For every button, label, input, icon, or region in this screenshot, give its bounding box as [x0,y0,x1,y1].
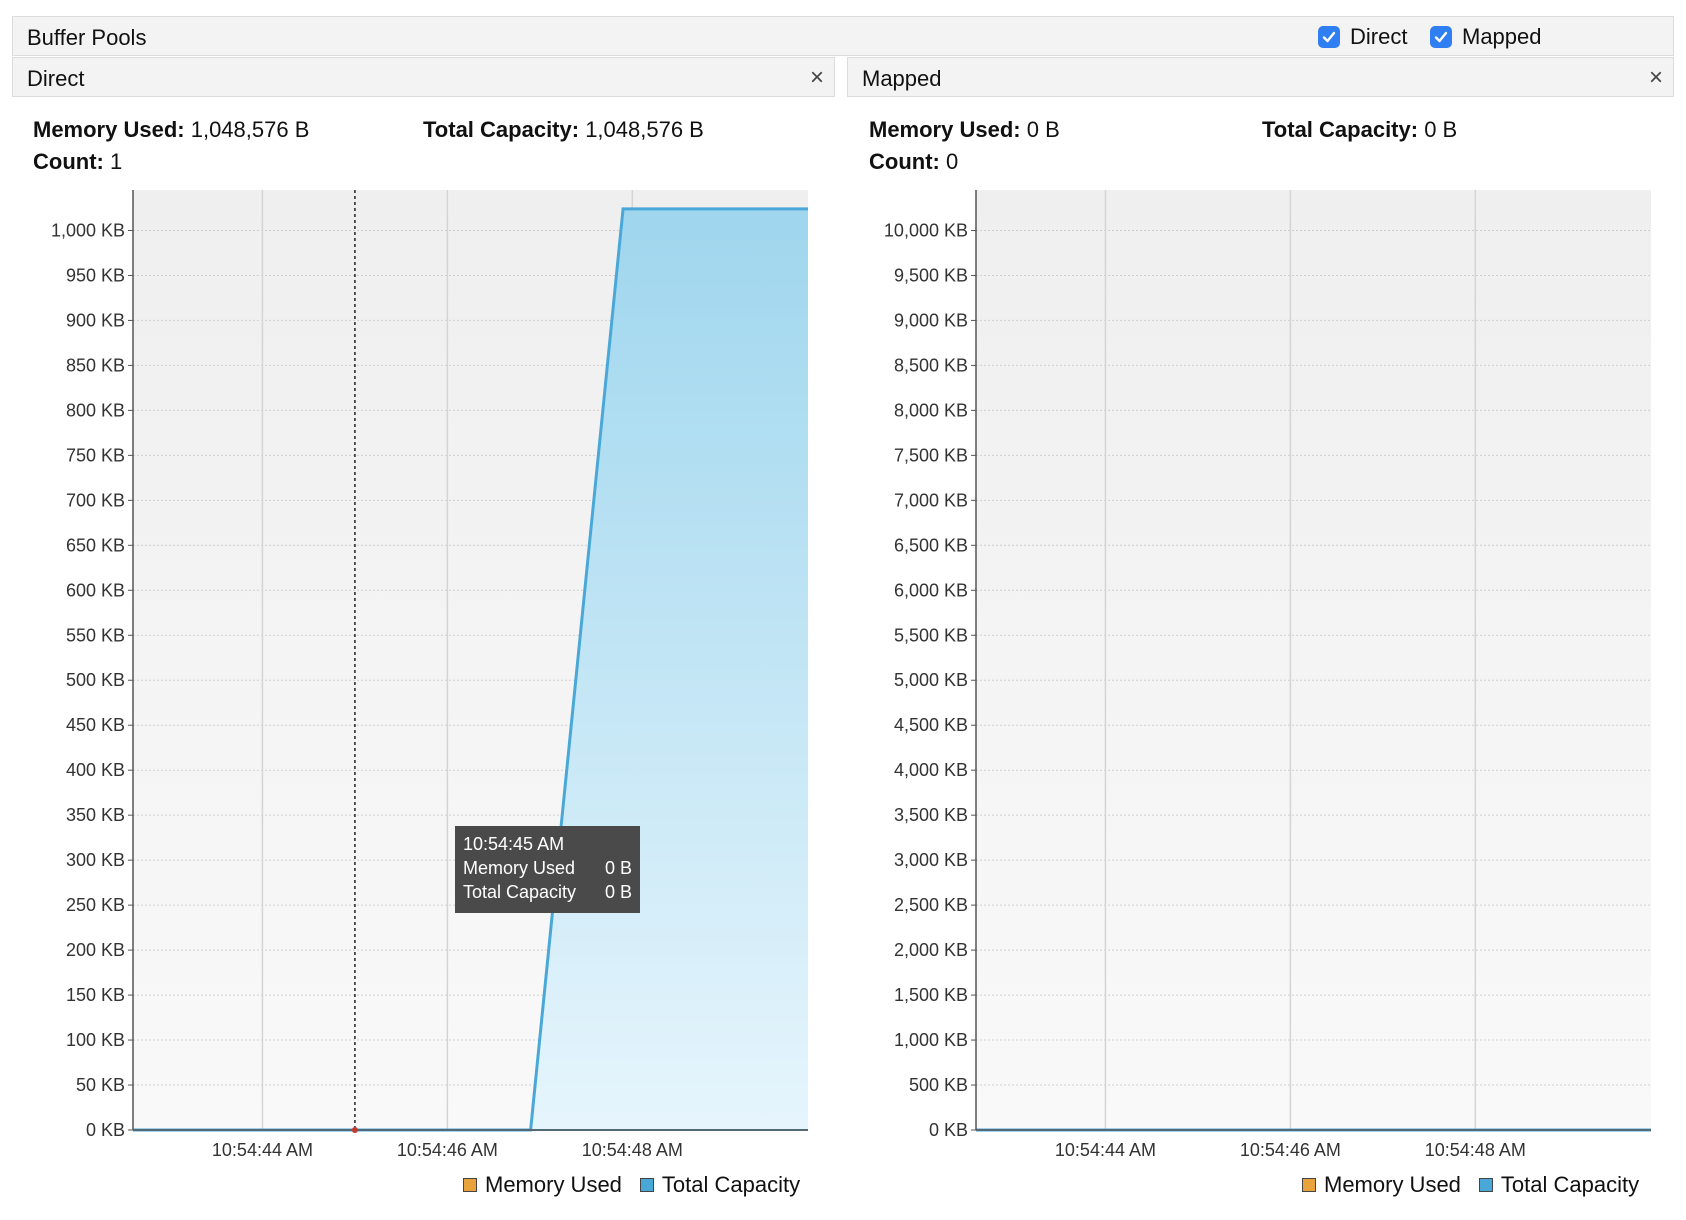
swatch-icon [1478,1178,1493,1192]
x-tick-label: 10:54:48 AM [1425,1140,1526,1160]
y-tick-label: 6,000 KB [894,580,968,600]
x-tick-label: 10:54:44 AM [1055,1140,1156,1160]
direct-panel-header: Direct × [12,57,835,97]
close-icon[interactable]: × [810,64,824,92]
y-tick-label: 100 KB [66,1030,125,1050]
panel-title: Direct [27,66,85,91]
tooltip-row: Total Capacity 0 B [463,882,632,902]
y-tick-label: 7,000 KB [894,490,968,510]
y-tick-label: 500 KB [909,1075,968,1095]
y-tick-label: 50 KB [76,1075,125,1095]
y-tick-label: 250 KB [66,895,125,915]
y-tick-label: 6,500 KB [894,535,968,555]
direct-chart[interactable]: 0 KB 50 KB 100 KB 150 KB 200 KB 250 KB 300 KB 3… [0,180,843,1170]
y-tick-label: 550 KB [66,625,125,645]
y-tick-label: 9,000 KB [894,310,968,330]
mapped-checkbox-label: Mapped [1462,24,1542,49]
y-tick-label: 900 KB [66,310,125,330]
y-tick-label: 1,000 KB [51,220,125,240]
panel-title: Mapped [862,66,942,91]
y-tick-label: 150 KB [66,985,125,1005]
y-tick-label: 4,000 KB [894,760,968,780]
y-tick-label: 950 KB [66,265,125,285]
mapped-panel-header: Mapped × [847,57,1674,97]
close-icon[interactable]: × [1649,64,1663,92]
y-tick-label: 10,000 KB [884,220,968,240]
mapped-checkbox[interactable]: Mapped [1430,24,1542,50]
legend-item-total-capacity[interactable]: Total Capacity [1478,1172,1639,1198]
y-tick-label: 1,000 KB [894,1030,968,1050]
chart-legend: Memory Used Total Capacity [463,1172,818,1198]
y-tick-label: 300 KB [66,850,125,870]
y-tick-label: 0 KB [929,1120,968,1140]
memory-used-stat: Memory Used: 0 B [869,117,1060,142]
x-tick-label: 10:54:46 AM [1240,1140,1341,1160]
tooltip-time: 10:54:45 AM [463,834,565,854]
legend-item-memory-used[interactable]: Memory Used [463,1172,622,1198]
x-tick-label: 10:54:46 AM [397,1140,498,1160]
memory-used-stat: Memory Used: 1,048,576 B [33,117,310,142]
y-tick-label: 850 KB [66,355,125,375]
direct-checkbox[interactable]: Direct [1318,24,1407,50]
y-tick-label: 600 KB [66,580,125,600]
legend-item-memory-used[interactable]: Memory Used [1302,1172,1461,1198]
hover-point [351,1127,358,1133]
y-tick-label: 7,500 KB [894,445,968,465]
y-tick-label: 500 KB [66,670,125,690]
y-tick-label: 0 KB [86,1120,125,1140]
buffer-pools-toolbar: Buffer Pools Direct Mapped [12,16,1674,56]
y-tick-label: 450 KB [66,715,125,735]
y-tick-label: 8,500 KB [894,355,968,375]
swatch-icon [1302,1178,1316,1192]
y-tick-label: 1,500 KB [894,985,968,1005]
window-title: Buffer Pools [27,25,147,50]
y-tick-label: 3,000 KB [894,850,968,870]
y-tick-label: 200 KB [66,940,125,960]
total-capacity-stat: Total Capacity: 1,048,576 B [423,117,704,142]
x-tick-label: 10:54:48 AM [582,1140,683,1160]
chart-legend: Memory Used Total Capacity [1302,1172,1657,1198]
y-tick-label: 5,000 KB [894,670,968,690]
y-tick-label: 700 KB [66,490,125,510]
plot-background [976,190,1651,1130]
y-tick-label: 2,000 KB [894,940,968,960]
count-stat: Count: 0 [869,149,959,174]
y-tick-label: 3,500 KB [894,805,968,825]
swatch-icon [639,1178,654,1192]
count-stat: Count: 1 [33,149,123,174]
tooltip-row: Memory Used 0 B [463,858,632,878]
y-tick-label: 8,000 KB [894,400,968,420]
checkmark-icon [1430,26,1452,48]
y-tick-label: 650 KB [66,535,125,555]
x-tick-label: 10:54:44 AM [212,1140,313,1160]
mapped-chart[interactable]: 0 KB 500 KB 1,000 KB 1,500 KB 2,000 KB 2,500 … [843,180,1686,1170]
y-tick-label: 400 KB [66,760,125,780]
y-tick-label: 350 KB [66,805,125,825]
chart-tooltip: 10:54:45 AM Memory Used 0 B Total Capacit… [455,826,640,913]
swatch-icon [463,1178,477,1192]
y-tick-label: 2,500 KB [894,895,968,915]
y-tick-label: 800 KB [66,400,125,420]
direct-checkbox-label: Direct [1350,24,1408,49]
legend-item-total-capacity[interactable]: Total Capacity [639,1172,800,1198]
y-tick-label: 750 KB [66,445,125,465]
y-tick-label: 9,500 KB [894,265,968,285]
checkmark-icon [1318,26,1340,48]
y-tick-label: 4,500 KB [894,715,968,735]
total-capacity-stat: Total Capacity: 0 B [1262,117,1458,142]
y-tick-label: 5,500 KB [894,625,968,645]
